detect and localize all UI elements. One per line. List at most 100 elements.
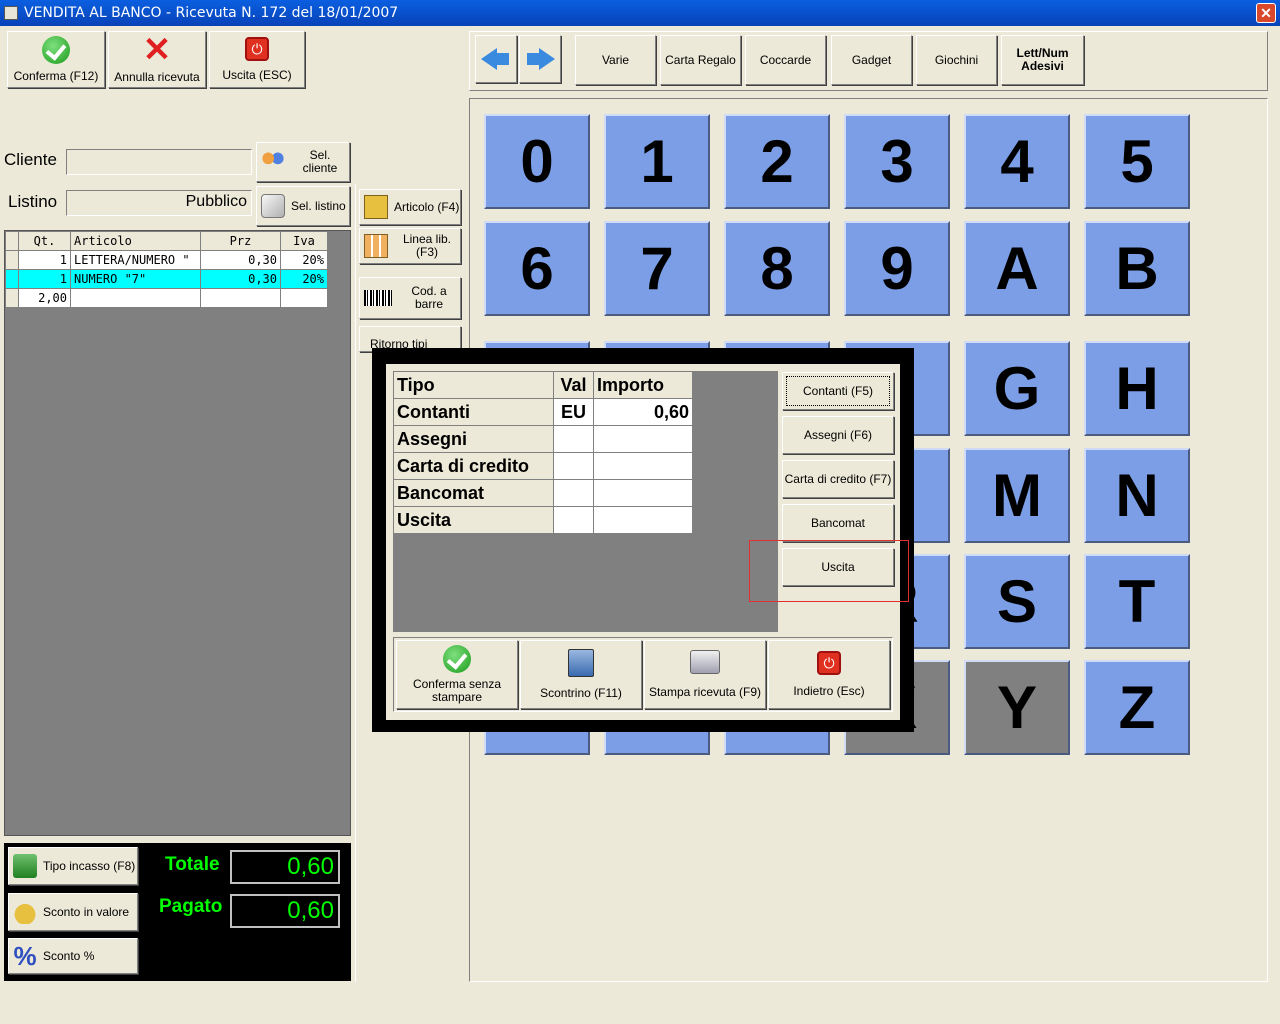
cliente-label: Cliente	[4, 150, 57, 169]
table-row[interactable]: 1 LETTERA/NUMERO " 0,30 20%	[5, 250, 328, 270]
col-price-header: Prz	[200, 231, 281, 251]
row-qty: 1	[18, 269, 71, 289]
arrow-left-icon	[481, 48, 511, 70]
key-y[interactable]: Y	[964, 660, 1070, 755]
barcode-button[interactable]: Cod. a barre	[359, 277, 461, 319]
col-vat-header: Iva	[280, 231, 328, 251]
listino-label: Listino	[8, 192, 58, 211]
cheque-button[interactable]: Assegni (F6)	[782, 416, 894, 454]
table-row[interactable]: Bancomat	[393, 479, 693, 507]
row-vat: 20%	[280, 250, 328, 270]
box-icon	[364, 195, 388, 219]
arrow-right-icon	[525, 48, 555, 70]
key-4[interactable]: 4	[964, 114, 1070, 209]
window-title: VENDITA AL BANCO - Ricevuta N. 172 del 1…	[24, 5, 399, 21]
key-z[interactable]: Z	[1084, 660, 1190, 755]
row-qty: 1	[18, 250, 71, 270]
cash-button[interactable]: Contanti (F5)	[782, 372, 894, 410]
next-page-button[interactable]	[519, 35, 561, 83]
category-coccarde[interactable]: Coccarde	[745, 35, 826, 85]
row-price: 0,30	[200, 269, 281, 289]
select-customer-button[interactable]: Sel. cliente	[256, 142, 350, 182]
totals-row: 2,00	[5, 288, 328, 308]
table-row[interactable]: Carta di credito	[393, 452, 693, 480]
col-importo-header: Importo	[593, 371, 693, 399]
total-label: Totale	[165, 854, 220, 875]
highlight-box	[749, 540, 909, 602]
exit-button[interactable]: ⏻ Uscita (ESC)	[209, 31, 305, 88]
print-receipt-button[interactable]: Stampa ricevuta (F9)	[644, 640, 766, 709]
row-indicator-header	[5, 231, 19, 251]
check-icon	[443, 645, 471, 673]
table-row[interactable]: Assegni	[393, 425, 693, 453]
table-row[interactable]: Uscita	[393, 506, 693, 534]
key-7[interactable]: 7	[604, 221, 710, 316]
cash-register-icon	[568, 649, 594, 677]
key-9[interactable]: 9	[844, 221, 950, 316]
back-button[interactable]: ⏻ Indietro (Esc)	[768, 640, 890, 709]
app-icon	[4, 6, 18, 20]
col-val-header: Val	[553, 371, 594, 399]
col-qty-header: Qt.	[18, 231, 71, 251]
cliente-field[interactable]	[66, 149, 252, 175]
discount-value-button[interactable]: Sconto in valore	[8, 893, 138, 931]
row-vat: 20%	[280, 269, 328, 289]
bancomat-button[interactable]: Bancomat	[782, 504, 894, 542]
users-icon	[261, 150, 285, 174]
fiscal-receipt-button[interactable]: Scontrino (F11)	[520, 640, 642, 709]
key-0[interactable]: 0	[484, 114, 590, 209]
prev-page-button[interactable]	[475, 35, 517, 83]
key-b[interactable]: B	[1084, 221, 1190, 316]
key-2[interactable]: 2	[724, 114, 830, 209]
payment-table: Tipo Val Importo Contanti EU 0,60 Assegn…	[393, 371, 693, 534]
total-qty: 2,00	[18, 288, 71, 308]
confirm-no-print-button[interactable]: Conferma senza stampare	[396, 640, 518, 709]
receipt-grid: Qt. Articolo Prz Iva 1 LETTERA/NUMERO " …	[4, 230, 351, 836]
power-icon: ⏻	[817, 651, 841, 675]
key-5[interactable]: 5	[1084, 114, 1190, 209]
row-article: LETTERA/NUMERO "	[70, 250, 201, 270]
discount-percent-button[interactable]: % Sconto %	[8, 938, 138, 974]
total-display: 0,60	[230, 850, 340, 884]
row-price: 0,30	[200, 250, 281, 270]
key-s[interactable]: S	[964, 554, 1070, 649]
key-g[interactable]: G	[964, 341, 1070, 436]
table-row-selected[interactable]: 1 NUMERO "7" 0,30 20%	[5, 269, 328, 289]
table-row[interactable]: Contanti EU 0,60	[393, 398, 693, 426]
row-article: NUMERO "7"	[70, 269, 201, 289]
category-varie[interactable]: Varie	[575, 35, 656, 85]
category-carta-regalo[interactable]: Carta Regalo	[660, 35, 741, 85]
money-bag-icon	[13, 900, 37, 924]
check-icon	[42, 36, 70, 64]
key-h[interactable]: H	[1084, 341, 1190, 436]
confirm-button[interactable]: Conferma (F12)	[7, 31, 105, 88]
key-8[interactable]: 8	[724, 221, 830, 316]
free-line-button[interactable]: Linea lib. (F3)	[359, 228, 461, 264]
col-tipo-header: Tipo	[393, 371, 554, 399]
key-a[interactable]: A	[964, 221, 1070, 316]
select-pricelist-button[interactable]: Sel. listino	[256, 186, 350, 226]
key-3[interactable]: 3	[844, 114, 950, 209]
key-1[interactable]: 1	[604, 114, 710, 209]
listino-field[interactable]: Pubblico	[66, 190, 252, 216]
category-giochini[interactable]: Giochini	[916, 35, 997, 85]
grid-icon	[364, 234, 388, 258]
key-n[interactable]: N	[1084, 448, 1190, 543]
key-6[interactable]: 6	[484, 221, 590, 316]
percent-icon: %	[13, 941, 37, 971]
cancel-receipt-button[interactable]: ✕ Annulla ricevuta	[108, 31, 206, 88]
category-lett-num-adesivi[interactable]: Lett/Num Adesivi	[1001, 35, 1084, 85]
payment-type-button[interactable]: Tipo incasso (F8)	[8, 847, 138, 885]
col-article-header: Articolo	[70, 231, 201, 251]
key-m[interactable]: M	[964, 448, 1070, 543]
printer-icon	[690, 650, 720, 674]
category-gadget[interactable]: Gadget	[831, 35, 912, 85]
article-button[interactable]: Articolo (F4)	[359, 189, 461, 225]
title-bar: VENDITA AL BANCO - Ricevuta N. 172 del 1…	[0, 0, 1280, 26]
credit-card-button[interactable]: Carta di credito (F7)	[782, 460, 894, 498]
paid-label: Pagato	[159, 896, 223, 917]
power-icon: ⏻	[245, 37, 269, 61]
money-icon	[13, 854, 37, 878]
key-t[interactable]: T	[1084, 554, 1190, 649]
close-button[interactable]: ✕	[1256, 3, 1276, 23]
